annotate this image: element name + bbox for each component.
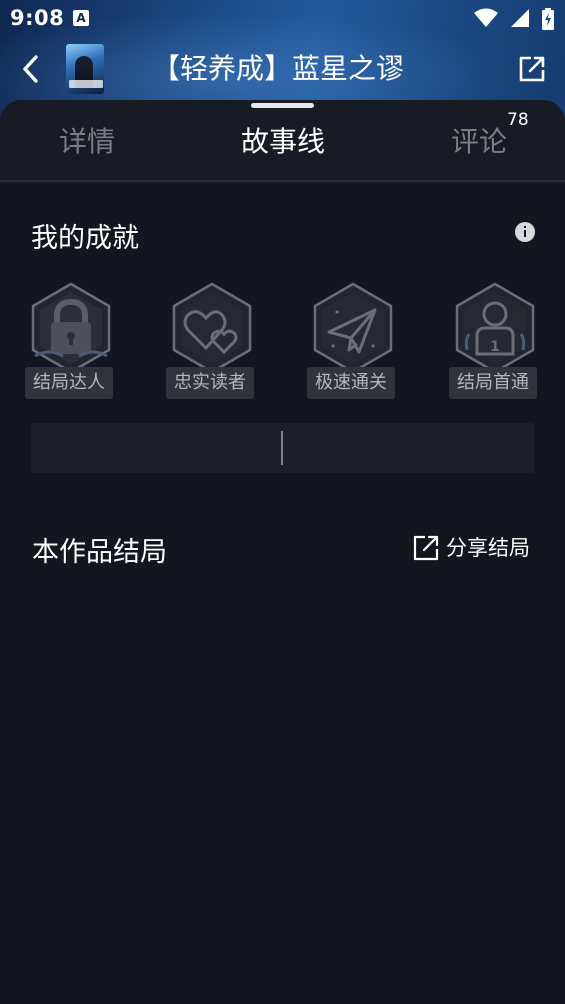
battery-charging-icon [542,8,554,30]
tab-comments-label: 评论 [451,125,508,158]
tab-comments[interactable]: 评论 78 [451,110,529,162]
cellular-signal-icon [510,9,529,27]
tab-bar: 详情 故事线 评论 78 [0,100,565,180]
achievement-badge-speed-clear[interactable]: 极速通关 [307,282,399,400]
back-button[interactable] [14,52,48,86]
external-share-icon [413,535,439,561]
status-time: 9:08 [10,6,65,30]
info-icon[interactable] [515,222,535,242]
content-sheet: 详情 故事线 评论 78 我的成就 结局达人 忠实读者 极速通关 1 结局首通 … [0,100,565,1004]
badge-label: 结局达人 [25,367,113,399]
tab-divider [0,180,565,182]
sheet-drag-handle[interactable] [251,103,314,108]
padlock-icon [31,282,111,374]
hearts-icon [172,282,252,374]
external-share-icon [519,56,545,82]
story-page: 9:08 A 【轻养成】蓝星之谬 详情 故事线 评论 78 我的成就 结局达人 … [0,0,565,1004]
paper-plane-icon [313,282,393,374]
story-cover-thumbnail [66,44,104,94]
badge-label: 极速通关 [307,367,395,399]
achievement-badge-first-ending[interactable]: 1 结局首通 [449,282,541,400]
status-bar: 9:08 A [0,0,565,38]
svg-text:1: 1 [490,339,500,355]
endings-title: 本作品结局 [32,537,167,568]
wifi-icon [473,8,498,27]
status-icons [467,8,555,30]
comments-count-badge: 78 [507,110,529,130]
page-title: 【轻养成】蓝星之谬 [152,52,405,85]
achievement-badge-loyal-reader[interactable]: 忠实读者 [166,282,258,400]
share-button[interactable] [515,52,549,86]
tab-details[interactable]: 详情 [59,122,115,162]
achievement-detail-panel [31,423,534,473]
notification-a-icon: A [73,10,89,26]
badge-label: 结局首通 [449,367,537,399]
achievements-title: 我的成就 [31,223,139,254]
badge-label: 忠实读者 [166,367,254,399]
chevron-left-icon [23,55,38,83]
first-place-trophy-icon: 1 [455,282,535,374]
tab-storyline[interactable]: 故事线 [241,122,325,162]
app-header: 【轻养成】蓝星之谬 [0,38,565,100]
achievement-badge-ending-master[interactable]: 结局达人 [25,282,117,400]
panel-divider [281,431,283,465]
share-endings-label: 分享结局 [446,536,530,560]
